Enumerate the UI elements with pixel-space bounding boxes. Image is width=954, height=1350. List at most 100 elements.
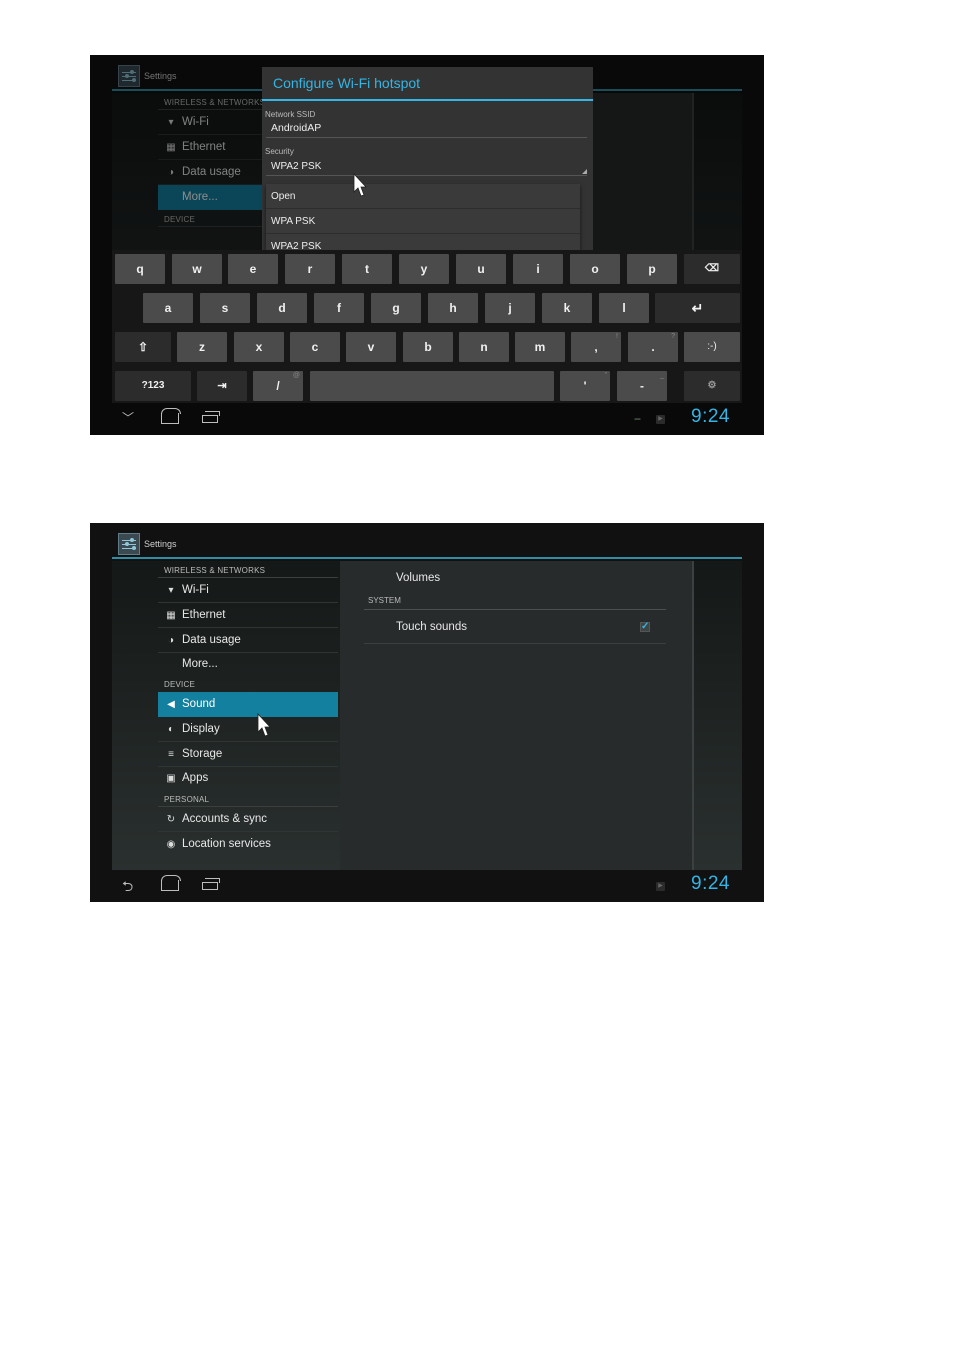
sound-detail-pane: Volumes SYSTEM Touch sounds ✓: [340, 561, 694, 870]
tab-icon: ⇥: [217, 380, 227, 392]
screenshot-sound-settings: Settings WIRELESS & NETWORKS ▾ Wi-Fi ▦ Eth…: [90, 523, 764, 902]
key-o[interactable]: o: [570, 254, 620, 284]
key-enter[interactable]: ↵: [655, 293, 740, 323]
security-value: WPA2 PSK: [271, 161, 322, 172]
sidebar-item-wifi[interactable]: ▾ Wi-Fi: [158, 578, 338, 603]
keyboard-settings-icon: ⚙: [707, 380, 717, 391]
sidebar-item-storage[interactable]: ≡ Storage: [158, 742, 338, 767]
apps-icon: ▣: [166, 773, 176, 784]
clock: 9:24: [691, 873, 730, 894]
category-wireless: WIRELESS & NETWORKS: [158, 561, 338, 578]
key-v[interactable]: v: [346, 332, 396, 362]
sidebar-item-more[interactable]: More...: [158, 653, 338, 675]
key-smiley[interactable]: :-): [684, 332, 740, 362]
volumes-item[interactable]: Volumes: [340, 561, 692, 596]
key-period[interactable]: .?: [628, 332, 678, 362]
backspace-icon: ⌫: [704, 263, 720, 274]
key-tab[interactable]: ⇥: [197, 371, 247, 401]
key-label: ': [583, 379, 587, 393]
security-option-wpa-psk[interactable]: WPA PSK: [266, 209, 580, 234]
back-icon[interactable]: ⮌: [122, 876, 133, 900]
hide-keyboard-icon[interactable]: ﹀: [122, 409, 134, 426]
key-slash[interactable]: / @: [253, 371, 303, 401]
dialog-title: Configure Wi-Fi hotspot: [262, 67, 593, 101]
item-label: Sound: [182, 698, 216, 710]
data-usage-icon: ◑: [167, 635, 175, 646]
key-w[interactable]: w: [172, 254, 222, 284]
key-r[interactable]: r: [285, 254, 335, 284]
app-title: Settings: [144, 539, 177, 549]
sidebar-item-location-services[interactable]: ◉ Location services: [158, 832, 338, 857]
sidebar-item-ethernet[interactable]: ▦ Ethernet: [158, 603, 338, 628]
item-label: Storage: [182, 748, 223, 760]
ethernet-icon: ▦: [166, 610, 176, 621]
recent-apps-icon[interactable]: [202, 411, 220, 423]
settings-sidebar: WIRELESS & NETWORKS ▾ Wi-Fi ▦ Ethernet ◑ Da…: [158, 561, 338, 870]
security-spinner[interactable]: WPA2 PSK: [266, 158, 587, 176]
system-nav-bar: ﹀ ▬ ▶ 9:24: [90, 403, 764, 435]
key-z[interactable]: z: [177, 332, 227, 362]
clock: 9:24: [691, 406, 730, 427]
key-k[interactable]: k: [542, 293, 592, 323]
key-label: /: [276, 379, 280, 393]
key-j[interactable]: j: [485, 293, 535, 323]
key-settings[interactable]: ⚙: [684, 371, 740, 401]
action-bar: Settings: [112, 523, 742, 559]
ssid-input[interactable]: AndroidAP: [266, 119, 587, 138]
key-n[interactable]: n: [459, 332, 509, 362]
key-label: -: [640, 379, 644, 393]
wifi-icon: ▾: [168, 585, 174, 596]
key-p[interactable]: p: [627, 254, 677, 284]
item-label: Ethernet: [182, 609, 226, 621]
screenshot-wifi-hotspot-dialog: Settings WIRELESS & NETWORKS ▾ Wi-Fi ▦ Eth…: [90, 55, 764, 435]
recent-apps-icon[interactable]: [202, 878, 220, 890]
key-symbols[interactable]: ?123: [115, 371, 191, 401]
key-b[interactable]: b: [403, 332, 453, 362]
key-m[interactable]: m: [515, 332, 565, 362]
sidebar-item-accounts-sync[interactable]: ↻ Accounts & sync: [158, 807, 338, 832]
key-a[interactable]: a: [143, 293, 193, 323]
touch-sounds-checkbox[interactable]: ✓: [640, 622, 650, 632]
key-c[interactable]: c: [290, 332, 340, 362]
key-space[interactable]: [310, 371, 554, 401]
ssid-label: Network SSID: [265, 110, 316, 119]
sidebar-item-data-usage[interactable]: ◑ Data usage: [158, 628, 338, 653]
home-icon[interactable]: [160, 875, 181, 891]
key-d[interactable]: d: [257, 293, 307, 323]
category-device: DEVICE: [164, 680, 195, 689]
sidebar-item-apps[interactable]: ▣ Apps: [158, 767, 338, 790]
key-s[interactable]: s: [200, 293, 250, 323]
key-t[interactable]: t: [342, 254, 392, 284]
key-shift[interactable]: ⇧: [115, 332, 171, 362]
key-q[interactable]: q: [115, 254, 165, 284]
location-icon: ◉: [166, 839, 176, 850]
key-l[interactable]: l: [599, 293, 649, 323]
key-alt-label: @: [292, 372, 300, 379]
sync-icon: ↻: [166, 814, 176, 825]
key-i[interactable]: i: [513, 254, 563, 284]
key-apostrophe[interactable]: ' ": [560, 371, 610, 401]
key-e[interactable]: e: [228, 254, 278, 284]
item-label: Wi-Fi: [182, 584, 209, 596]
key-g[interactable]: g: [371, 293, 421, 323]
key-backspace[interactable]: ⌫: [684, 254, 740, 284]
enter-icon: ↵: [691, 300, 704, 316]
settings-body: WIRELESS & NETWORKS ▾ Wi-Fi ▦ Ethernet ◑ Da…: [112, 561, 742, 870]
key-x[interactable]: x: [234, 332, 284, 362]
key-comma[interactable]: ,!: [571, 332, 621, 362]
key-u[interactable]: u: [456, 254, 506, 284]
key-alt-label: ?: [671, 333, 675, 340]
settings-app-icon: [118, 533, 140, 555]
home-icon[interactable]: [160, 408, 181, 424]
sidebar-item-display[interactable]: ◐ Display: [158, 717, 338, 742]
key-f[interactable]: f: [314, 293, 364, 323]
sidebar-item-sound[interactable]: ◀ Sound: [158, 692, 338, 717]
key-alt-label: !: [616, 333, 618, 340]
key-label: ,: [594, 340, 598, 354]
key-h[interactable]: h: [428, 293, 478, 323]
touch-sounds-row[interactable]: Touch sounds ✓: [364, 610, 666, 644]
key-y[interactable]: y: [399, 254, 449, 284]
key-dash[interactable]: - _: [617, 371, 667, 401]
category-personal: PERSONAL: [158, 790, 338, 807]
security-option-open[interactable]: Open: [266, 184, 580, 209]
